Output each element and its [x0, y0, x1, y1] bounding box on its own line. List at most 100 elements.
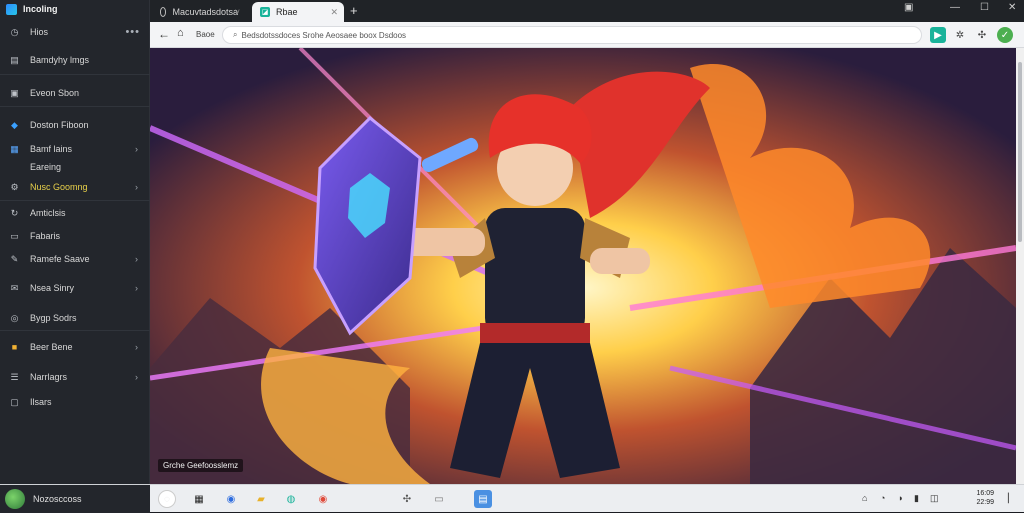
start-icon[interactable]: ◌: [158, 490, 176, 508]
wifi-icon[interactable]: ◔: [880, 493, 885, 503]
settings-icon: ⚙: [10, 181, 19, 192]
chat-icon[interactable]: ◫: [930, 493, 939, 504]
scrollbar[interactable]: [1016, 48, 1024, 484]
sidebar-divider: [0, 200, 150, 201]
sidebar-item-label: Bygp Sodrs: [30, 313, 77, 323]
sidebar: Incoling ◷ Hios ••• ▤ Bamdyhy lmgs ▣ Eve…: [0, 0, 150, 484]
sidebar-item-eveon[interactable]: ▣ Eveon Sbon: [0, 84, 150, 102]
document-icon: ▤: [10, 54, 19, 65]
sidebar-item-beer[interactable]: ■ Beer Bene ›: [0, 338, 150, 356]
minimize-icon[interactable]: —: [950, 2, 960, 13]
refresh-icon: ↻: [10, 207, 19, 218]
sidebar-item-label: Eareing: [30, 162, 62, 172]
sidebar-item-fabaris[interactable]: ▭ Fabaris: [0, 227, 150, 245]
sidebar-item-eareing[interactable]: Eareing: [0, 158, 150, 176]
sidebar-item-bamf[interactable]: ▦ Bamf lains ›: [0, 140, 150, 158]
chevron-right-icon: ›: [135, 182, 138, 192]
chevron-right-icon: ›: [135, 144, 138, 154]
sidebar-divider: [0, 106, 150, 107]
sidebar-item-ilsars[interactable]: ▢ Ilsars: [0, 393, 150, 411]
sidebar-divider: [0, 330, 150, 331]
user-name: Nozosccoss: [33, 494, 82, 504]
clock-time: 16:09: [976, 490, 994, 497]
mail-icon: ✉: [10, 282, 19, 293]
more-icon[interactable]: •••: [125, 26, 140, 38]
sidebar-item-label: Nsea Sinry: [30, 283, 75, 293]
app-title: Incoling: [23, 4, 58, 14]
folder-icon: ▭: [10, 230, 19, 241]
back-icon[interactable]: ←: [158, 27, 170, 41]
user-area[interactable]: Nozosccoss: [0, 485, 150, 513]
notification-icon[interactable]: ▏: [1008, 493, 1015, 504]
sidebar-item-narrlagrs[interactable]: ☰ Narrlagrs ›: [0, 368, 150, 386]
app-logo-icon: [6, 3, 17, 15]
image-caption: Grche Geefoosslemz: [158, 459, 244, 472]
chevron-down-icon[interactable]: ˅: [235, 7, 240, 17]
battery-icon[interactable]: ▮: [914, 493, 919, 504]
sidebar-item-label: Hios: [30, 27, 49, 37]
sidebar-item-doston[interactable]: ◆ Doston Fiboon: [0, 116, 150, 134]
sidebar-item-label: Beer Bene: [30, 342, 73, 352]
artwork-illustration: [150, 48, 1016, 484]
avatar[interactable]: [5, 489, 25, 509]
sidebar-item-label: Bamdyhy lmgs: [30, 55, 90, 65]
list-icon: ☰: [10, 371, 19, 382]
tab-bar: Macuvtadsdotsa ˅ ◪ Rbae ✕ + ▣ — ☐ ✕: [150, 0, 1024, 22]
chevron-right-icon: ›: [135, 254, 138, 264]
sidebar-item-amticlsis[interactable]: ↻ Amticlsis: [0, 204, 150, 222]
note-icon: ▢: [10, 396, 19, 407]
bookmark-icon[interactable]: ✣: [974, 27, 990, 43]
image-icon: ▦: [10, 143, 19, 154]
sidebar-item-nusc[interactable]: ⚙ Nusc Goomng ›: [0, 178, 150, 196]
app-icon[interactable]: ◍: [282, 490, 300, 508]
maximize-icon[interactable]: ☐: [980, 2, 989, 13]
sidebar-item-bamdyhy[interactable]: ▤ Bamdyhy lmgs: [0, 51, 150, 69]
files-icon[interactable]: ▰: [252, 490, 270, 508]
sidebar-item-nsea[interactable]: ✉ Nsea Sinry ›: [0, 279, 150, 297]
volume-icon[interactable]: ◗: [898, 493, 903, 503]
tab-inactive[interactable]: Macuvtadsdotsa ˅: [152, 2, 246, 22]
browser-icon[interactable]: ◉: [222, 490, 240, 508]
store-icon[interactable]: ▤: [474, 490, 492, 508]
sidebar-item-label: Narrlagrs: [30, 372, 68, 382]
windows-icon[interactable]: ▦: [190, 490, 208, 508]
drive-icon: ◆: [11, 119, 18, 130]
chevron-right-icon: ›: [135, 342, 138, 352]
sidebar-item-bygp[interactable]: ◎ Bygp Sodrs: [0, 309, 150, 327]
clock-date: 22:99: [976, 499, 994, 506]
sidebar-item-label: Ilsars: [30, 397, 52, 407]
sidebar-item-hios[interactable]: ◷ Hios •••: [0, 23, 150, 41]
url-field[interactable]: ⌕ Bedsdotssdoces Srohe Aeosaee boox Dsdo…: [222, 26, 922, 44]
star-folder-icon: ■: [11, 342, 18, 352]
address-bar-row: ← ⌂ Baoe ⌕ Bedsdotssdoces Srohe Aeosaee …: [150, 22, 1024, 48]
url-text: Bedsdotssdoces Srohe Aeosaee boox Dsdoos: [241, 30, 407, 40]
taskbar: Nozosccoss ◌ ▦ ◉ ▰ ◍ ◉ ✣ ▭ ▤ ⌂ ◔ ◗ ▮ ◫ 1…: [0, 484, 1024, 513]
sidebar-item-label: Amticlsis: [30, 208, 66, 218]
sidebar-item-label: Ramefe Saave: [30, 254, 90, 264]
sidebar-item-label: Doston Fiboon: [30, 120, 89, 130]
extension-icon[interactable]: ▶: [930, 27, 946, 43]
sidebar-item-label: Fabaris: [30, 231, 61, 241]
scrollbar-thumb[interactable]: [1018, 62, 1022, 242]
edit-icon: ✎: [10, 253, 19, 264]
puzzle-icon[interactable]: ✲: [952, 27, 968, 43]
tab-favicon-icon: [160, 7, 167, 17]
tab-favicon-icon: ◪: [260, 7, 270, 17]
tools-icon[interactable]: ✣: [398, 490, 416, 508]
gamepad-icon: ◎: [10, 312, 19, 323]
widgets-icon[interactable]: ▭: [430, 490, 448, 508]
new-tab-button[interactable]: +: [350, 3, 358, 18]
home-icon[interactable]: ⌂: [177, 27, 184, 39]
close-window-icon[interactable]: ✕: [1008, 2, 1016, 13]
account-icon[interactable]: ✓: [997, 27, 1013, 43]
sidebar-item-ramefe[interactable]: ✎ Ramefe Saave ›: [0, 250, 150, 268]
sidebar-item-label: Bamf lains: [30, 144, 73, 154]
clock[interactable]: 16:09 22:99: [976, 489, 994, 507]
tab-active[interactable]: ◪ Rbae ✕: [252, 2, 344, 22]
network-icon[interactable]: ⌂: [862, 493, 867, 503]
close-tab-icon[interactable]: ✕: [330, 7, 338, 18]
chevron-right-icon: ›: [135, 283, 138, 293]
media-icon[interactable]: ◉: [314, 490, 332, 508]
profile-icon[interactable]: ▣: [904, 2, 913, 13]
nav-label: Baoe: [196, 30, 215, 39]
